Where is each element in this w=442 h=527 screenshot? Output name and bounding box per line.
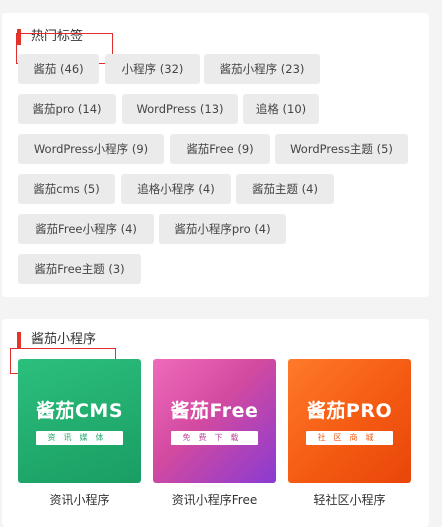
tag-chip[interactable]: 酱茄Free主题 (3) bbox=[18, 254, 141, 284]
tag-chip[interactable]: 小程序 (32) bbox=[105, 54, 200, 84]
app-logo-cms: 酱茄CMS bbox=[35, 400, 124, 422]
app-caption-cms[interactable]: 资讯小程序 bbox=[18, 491, 141, 508]
app-caption-pro[interactable]: 轻社区小程序 bbox=[288, 491, 411, 508]
app-subtitle-pro: 社区商城 bbox=[306, 431, 393, 445]
tag-chip[interactable]: WordPress主题 (5) bbox=[275, 134, 408, 164]
app-tile-pro[interactable]: 酱茄PRO 社区商城 bbox=[288, 359, 411, 483]
app-subtitle-free: 免费下载 bbox=[171, 431, 258, 445]
apps-card: 酱茄小程序 酱茄CMS 资讯媒体 资讯小程序 酱茄Free 免费下载 资讯小程序… bbox=[2, 319, 429, 527]
app-caption-free[interactable]: 资讯小程序Free bbox=[153, 491, 276, 508]
app-tile-cms[interactable]: 酱茄CMS 资讯媒体 bbox=[18, 359, 141, 483]
tag-chip[interactable]: 追格小程序 (4) bbox=[121, 174, 231, 204]
tag-chip[interactable]: 酱茄小程序 (23) bbox=[204, 54, 320, 84]
tag-chip[interactable]: WordPress小程序 (9) bbox=[18, 134, 164, 164]
app-logo-free: 酱茄Free bbox=[170, 400, 259, 422]
app-logo-pro: 酱茄PRO bbox=[306, 400, 393, 422]
tag-chip[interactable]: WordPress (13) bbox=[122, 94, 238, 124]
app-subtitle-cms: 资讯媒体 bbox=[36, 431, 123, 445]
apps-title: 酱茄小程序 bbox=[17, 332, 96, 348]
app-tile-free[interactable]: 酱茄Free 免费下载 bbox=[153, 359, 276, 483]
tag-chip[interactable]: 酱茄小程序pro (4) bbox=[159, 214, 286, 244]
hot-tags-card: 热门标签 酱茄 (46) 小程序 (32) 酱茄小程序 (23) 酱茄pro (14)… bbox=[2, 13, 429, 297]
tag-chip[interactable]: 酱茄pro (14) bbox=[18, 94, 116, 124]
tag-chip[interactable]: 追格 (10) bbox=[243, 94, 319, 124]
tag-chip[interactable]: 酱茄主题 (4) bbox=[236, 174, 334, 204]
tag-chip[interactable]: 酱茄 (46) bbox=[18, 54, 99, 84]
tag-chip[interactable]: 酱茄Free (9) bbox=[170, 134, 270, 164]
tag-chip[interactable]: 酱茄cms (5) bbox=[18, 174, 115, 204]
tag-chip[interactable]: 酱茄Free小程序 (4) bbox=[18, 214, 154, 244]
